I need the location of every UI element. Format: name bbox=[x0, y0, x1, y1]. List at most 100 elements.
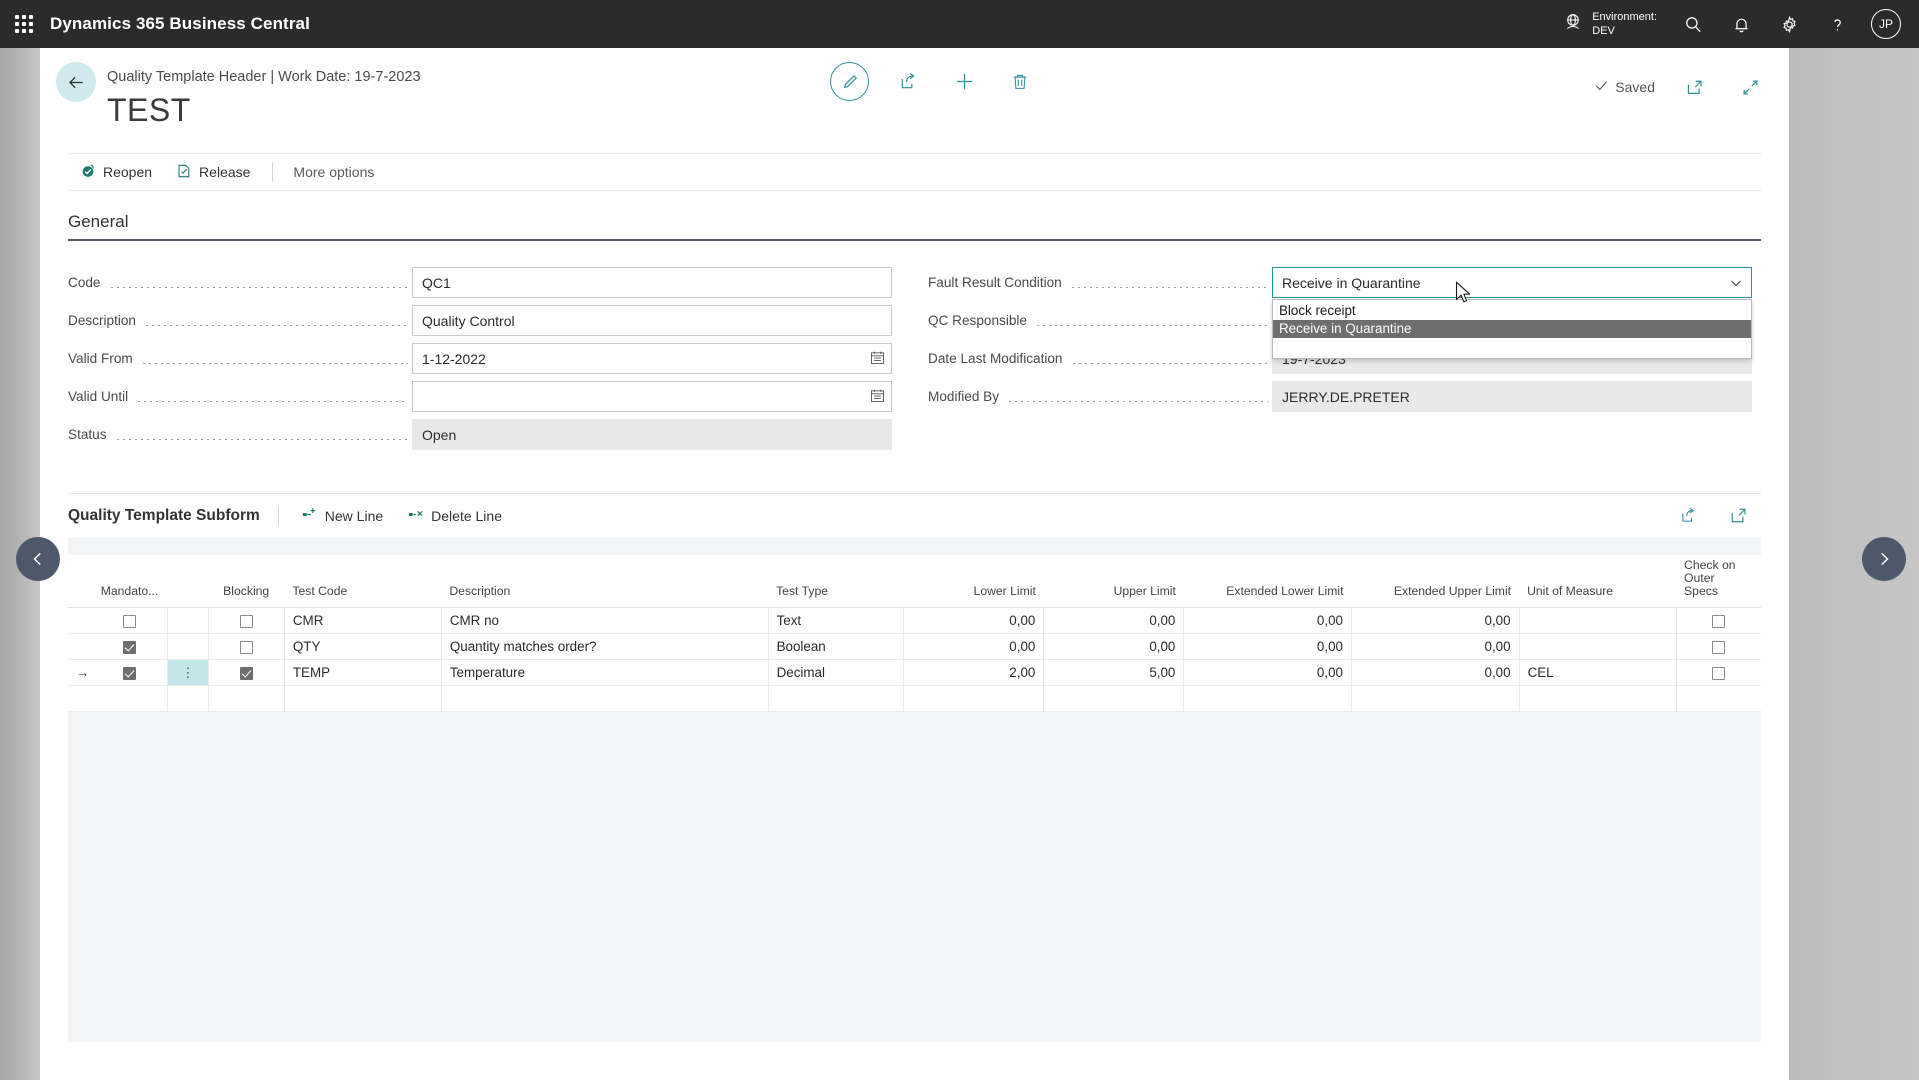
cell-upper-limit[interactable]: 0,00 bbox=[1044, 608, 1184, 634]
cell-kebab[interactable] bbox=[168, 608, 208, 634]
environment-indicator[interactable]: Environment: DEV bbox=[1563, 10, 1657, 38]
check-outer-checkbox[interactable] bbox=[1712, 615, 1725, 628]
dropdown-option-block-receipt[interactable]: Block receipt bbox=[1273, 302, 1751, 320]
cell-test-type[interactable]: Decimal bbox=[768, 660, 904, 686]
cell-unit-of-measure[interactable]: CEL bbox=[1519, 660, 1676, 686]
search-icon[interactable] bbox=[1669, 0, 1717, 48]
col-mandatory[interactable]: Mandato... bbox=[91, 555, 167, 608]
cell-test-type[interactable]: Boolean bbox=[768, 634, 904, 660]
valid-until-input[interactable] bbox=[412, 381, 892, 412]
cell-test-code[interactable]: QTY bbox=[284, 634, 441, 660]
col-upper-limit[interactable]: Upper Limit bbox=[1044, 555, 1184, 608]
cell-blocking[interactable] bbox=[208, 634, 284, 660]
cell-extended-upper-limit[interactable] bbox=[1351, 686, 1519, 712]
pencil-icon[interactable] bbox=[830, 62, 869, 101]
cell-extended-lower-limit[interactable]: 0,00 bbox=[1184, 634, 1352, 660]
cell-blocking[interactable] bbox=[208, 608, 284, 634]
cell-upper-limit[interactable]: 0,00 bbox=[1044, 634, 1184, 660]
cell-extended-upper-limit[interactable]: 0,00 bbox=[1351, 608, 1519, 634]
plus-icon[interactable] bbox=[947, 65, 981, 99]
cell-description[interactable]: Temperature bbox=[441, 660, 768, 686]
col-extended-upper-limit[interactable]: Extended Upper Limit bbox=[1351, 555, 1519, 608]
cell-lower-limit[interactable] bbox=[904, 686, 1044, 712]
cell-unit-of-measure[interactable] bbox=[1519, 608, 1676, 634]
kebab-menu-icon[interactable]: ⋮ bbox=[181, 665, 194, 680]
cell-blocking[interactable] bbox=[208, 686, 284, 712]
fault-result-condition-dropdown[interactable]: Block receipt Receive in Quarantine bbox=[1272, 299, 1752, 359]
mandatory-checkbox[interactable] bbox=[123, 641, 136, 654]
cell-lower-limit[interactable]: 2,00 bbox=[904, 660, 1044, 686]
cell-lower-limit[interactable]: 0,00 bbox=[904, 608, 1044, 634]
col-test-code[interactable]: Test Code bbox=[284, 555, 441, 608]
cell-description[interactable]: Quantity matches order? bbox=[441, 634, 768, 660]
share-icon[interactable] bbox=[1671, 499, 1705, 533]
cell-mandatory[interactable] bbox=[91, 686, 167, 712]
table-row[interactable]: QTY Quantity matches order? Boolean 0,00… bbox=[68, 634, 1761, 660]
cell-kebab[interactable] bbox=[168, 634, 208, 660]
reopen-button[interactable]: Reopen bbox=[68, 153, 164, 191]
cell-mandatory[interactable] bbox=[91, 634, 167, 660]
avatar[interactable]: JP bbox=[1871, 9, 1901, 39]
table-row[interactable] bbox=[68, 686, 1761, 712]
col-unit-of-measure[interactable]: Unit of Measure bbox=[1519, 555, 1676, 608]
app-launcher-icon[interactable] bbox=[14, 14, 34, 34]
more-options-button[interactable]: More options bbox=[283, 164, 384, 180]
cell-upper-limit[interactable] bbox=[1044, 686, 1184, 712]
mandatory-checkbox[interactable] bbox=[123, 667, 136, 680]
cell-test-code[interactable]: TEMP bbox=[284, 660, 441, 686]
blocking-checkbox[interactable] bbox=[240, 641, 253, 654]
trash-icon[interactable] bbox=[1003, 65, 1037, 99]
previous-record-button[interactable] bbox=[16, 537, 60, 581]
cell-check-outer[interactable] bbox=[1676, 608, 1761, 634]
check-outer-checkbox[interactable] bbox=[1712, 667, 1725, 680]
col-blocking[interactable]: Blocking bbox=[208, 555, 284, 608]
release-button[interactable]: Release bbox=[164, 153, 262, 191]
question-icon[interactable] bbox=[1813, 0, 1861, 48]
check-outer-checkbox[interactable] bbox=[1712, 641, 1725, 654]
cell-test-code[interactable] bbox=[284, 686, 441, 712]
cell-extended-lower-limit[interactable] bbox=[1184, 686, 1352, 712]
gear-icon[interactable] bbox=[1765, 0, 1813, 48]
col-description[interactable]: Description bbox=[441, 555, 768, 608]
brand-title[interactable]: Dynamics 365 Business Central bbox=[50, 14, 310, 34]
cell-test-type[interactable]: Text bbox=[768, 608, 904, 634]
col-extended-lower-limit[interactable]: Extended Lower Limit bbox=[1184, 555, 1352, 608]
valid-from-input[interactable] bbox=[412, 343, 892, 374]
collapse-icon[interactable] bbox=[1733, 70, 1767, 104]
col-lower-limit[interactable]: Lower Limit bbox=[904, 555, 1044, 608]
description-input[interactable] bbox=[412, 305, 892, 336]
cell-mandatory[interactable] bbox=[91, 608, 167, 634]
col-test-type[interactable]: Test Type bbox=[768, 555, 904, 608]
table-row[interactable]: → ⋮ TEMP Temperature Decimal 2,00 5,00 0… bbox=[68, 660, 1761, 686]
cell-extended-upper-limit[interactable]: 0,00 bbox=[1351, 660, 1519, 686]
bell-icon[interactable] bbox=[1717, 0, 1765, 48]
cell-extended-lower-limit[interactable]: 0,00 bbox=[1184, 608, 1352, 634]
col-check-on-outer-specs[interactable]: Check onOuterSpecs bbox=[1676, 555, 1761, 608]
next-record-button[interactable] bbox=[1862, 537, 1906, 581]
share-icon[interactable] bbox=[891, 65, 925, 99]
dropdown-option-receive-in-quarantine[interactable]: Receive in Quarantine bbox=[1273, 320, 1751, 338]
blocking-checkbox[interactable] bbox=[240, 667, 253, 680]
delete-line-button[interactable]: Delete Line bbox=[395, 497, 514, 535]
mandatory-checkbox[interactable] bbox=[123, 615, 136, 628]
back-button[interactable] bbox=[56, 62, 96, 102]
cell-blocking[interactable] bbox=[208, 660, 284, 686]
cell-check-outer[interactable] bbox=[1676, 660, 1761, 686]
cell-description[interactable] bbox=[441, 686, 768, 712]
expand-icon[interactable] bbox=[1721, 499, 1755, 533]
cell-check-outer[interactable] bbox=[1676, 686, 1761, 712]
cell-unit-of-measure[interactable] bbox=[1519, 634, 1676, 660]
cell-extended-upper-limit[interactable]: 0,00 bbox=[1351, 634, 1519, 660]
code-input[interactable] bbox=[412, 267, 892, 298]
cell-mandatory[interactable] bbox=[91, 660, 167, 686]
cell-test-code[interactable]: CMR bbox=[284, 608, 441, 634]
open-in-new-window-icon[interactable] bbox=[1677, 70, 1711, 104]
cell-check-outer[interactable] bbox=[1676, 634, 1761, 660]
blocking-checkbox[interactable] bbox=[240, 615, 253, 628]
cell-test-type[interactable] bbox=[768, 686, 904, 712]
cell-lower-limit[interactable]: 0,00 bbox=[904, 634, 1044, 660]
cell-extended-lower-limit[interactable]: 0,00 bbox=[1184, 660, 1352, 686]
fault-result-condition-input[interactable] bbox=[1272, 267, 1752, 298]
cell-upper-limit[interactable]: 5,00 bbox=[1044, 660, 1184, 686]
new-line-button[interactable]: New Line bbox=[289, 497, 395, 535]
